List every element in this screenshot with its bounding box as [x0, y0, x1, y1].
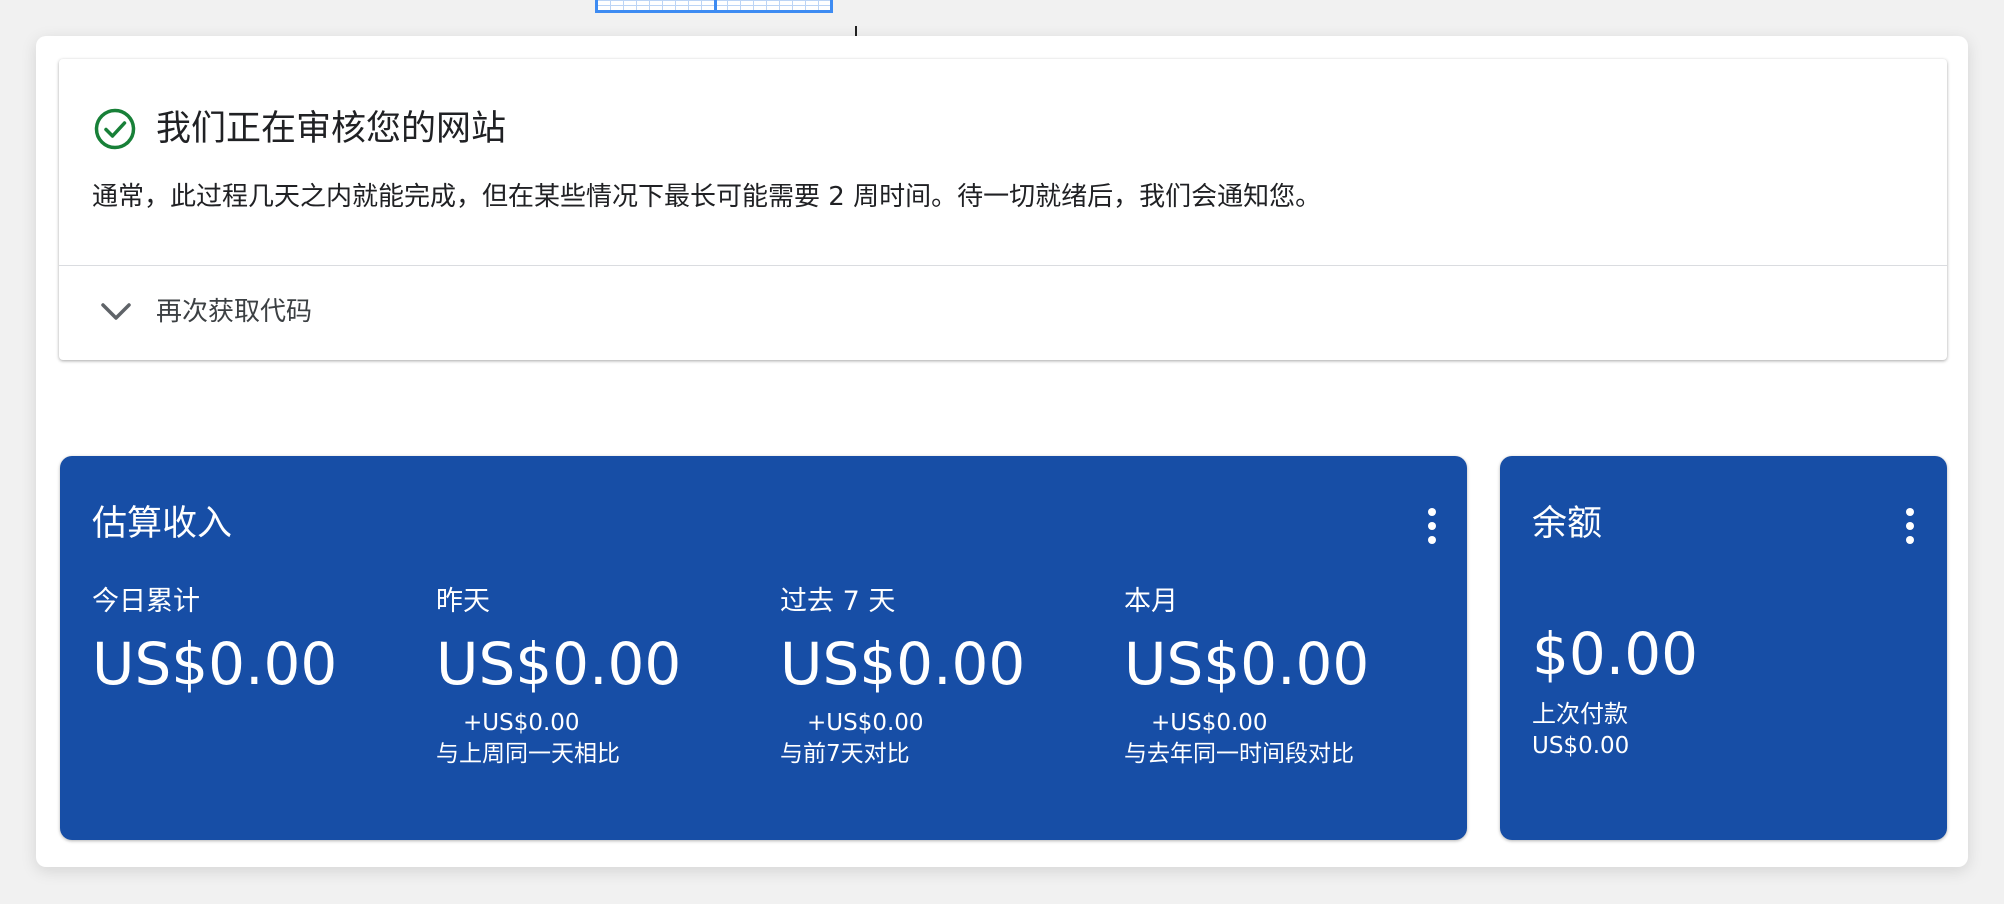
metric-label: 本月 — [1124, 586, 1178, 617]
metric-comparison: 与去年同一时间段对比 — [1124, 741, 1354, 767]
more-vert-icon-dot — [1906, 522, 1914, 530]
balance-value: $0.00 — [1532, 620, 1699, 688]
earnings-title: 估算收入 — [92, 504, 233, 544]
metric-last-7-days: 过去 7 天 US$0.00 +US$0.00 与前7天对比 — [780, 584, 1100, 770]
metric-value: US$0.00 — [92, 630, 338, 698]
metric-value: US$0.00 — [1124, 630, 1370, 698]
metric-label: 过去 7 天 — [780, 586, 896, 617]
site-review-card: 我们正在审核您的网站 通常，此过程几天之内就能完成，但在某些情况下最长可能需要 … — [59, 59, 1947, 360]
metric-delta: +US$0.00 — [1151, 710, 1268, 736]
balance-card: 余额 $0.00 上次付款 US$0.00 — [1500, 456, 1947, 840]
metric-this-month: 本月 US$0.00 +US$0.00 与去年同一时间段对比 — [1124, 584, 1444, 770]
metric-comparison: 与前7天对比 — [780, 741, 910, 767]
balance-more-options-button[interactable] — [1892, 506, 1928, 546]
selection-divider — [714, 0, 717, 10]
more-vert-icon-dot — [1428, 508, 1436, 516]
review-description: 通常，此过程几天之内就能完成，但在某些情况下最长可能需要 2 周时间。待一切就绪… — [92, 182, 1322, 212]
get-code-again-toggle[interactable]: 再次获取代码 — [59, 265, 1947, 360]
metric-value: US$0.00 — [780, 630, 1026, 698]
more-vert-icon-dot — [1906, 536, 1914, 544]
metric-label: 昨天 — [436, 586, 490, 617]
more-vert-icon-dot — [1428, 536, 1436, 544]
metric-comparison: 与上周同一天相比 — [436, 741, 620, 767]
metric-yesterday: 昨天 US$0.00 +US$0.00 与上周同一天相比 — [436, 584, 756, 770]
get-code-again-label: 再次获取代码 — [156, 297, 313, 327]
review-header: 我们正在审核您的网站 通常，此过程几天之内就能完成，但在某些情况下最长可能需要 … — [59, 59, 1947, 266]
review-title: 我们正在审核您的网站 — [156, 109, 507, 149]
metric-today: 今日累计 US$0.00 — [92, 584, 412, 700]
check-circle-icon — [94, 108, 136, 150]
last-payment-value: US$0.00 — [1532, 733, 1630, 759]
metric-label: 今日累计 — [92, 586, 200, 617]
chevron-down-icon — [101, 303, 131, 320]
more-vert-icon-dot — [1428, 522, 1436, 530]
metric-delta: +US$0.00 — [463, 710, 580, 736]
earnings-more-options-button[interactable] — [1414, 506, 1450, 546]
metric-value: US$0.00 — [436, 630, 682, 698]
screen-selection-box — [595, 0, 833, 13]
estimated-earnings-card: 估算收入 今日累计 US$0.00 昨天 US$0.00 +US$0.00 与上… — [60, 456, 1467, 840]
metric-delta: +US$0.00 — [807, 710, 924, 736]
balance-title: 余额 — [1532, 504, 1603, 544]
last-payment-label: 上次付款 — [1532, 700, 1628, 728]
more-vert-icon-dot — [1906, 508, 1914, 516]
